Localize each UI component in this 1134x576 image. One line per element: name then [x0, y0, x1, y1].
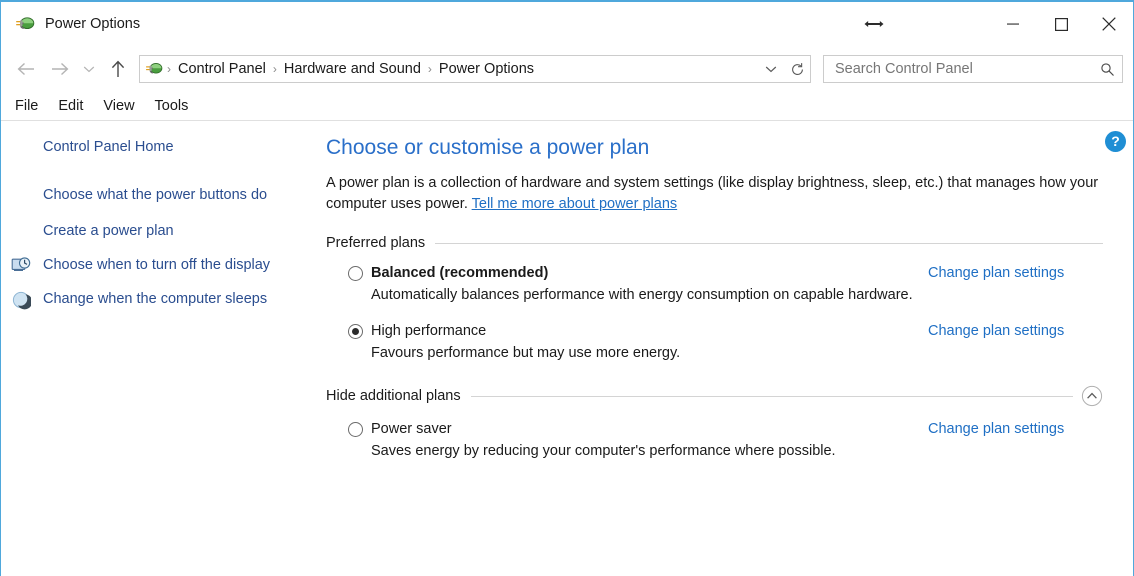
- page-description: A power plan is a collection of hardware…: [326, 173, 1101, 215]
- sidebar-item-create-power-plan[interactable]: Create a power plan: [1, 217, 306, 245]
- radio-balanced[interactable]: [348, 265, 363, 281]
- chevron-up-circle-icon[interactable]: [1081, 385, 1103, 407]
- breadcrumb-separator: ›: [272, 62, 277, 76]
- page-title: Choose or customise a power plan: [326, 136, 650, 159]
- plan-name: High performance: [371, 323, 487, 339]
- sidebar-item-label: Choose what the power buttons do: [43, 187, 268, 203]
- sidebar-item-label: Change when the computer sleeps: [43, 291, 268, 307]
- additional-plans-header: Hide additional plans: [326, 385, 1103, 407]
- additional-plans-group: Hide additional plans Power saver Change…: [326, 385, 1103, 461]
- breadcrumb-separator: ›: [427, 62, 432, 76]
- content-pane: ? Choose or customise a power plan A pow…: [306, 121, 1133, 576]
- radio-power-saver[interactable]: [348, 421, 363, 437]
- preferred-plans-header: Preferred plans: [326, 235, 1103, 251]
- plan-header: Power saver Change plan settings: [348, 421, 1103, 437]
- sidebar-item-computer-sleeps[interactable]: Change when the computer sleeps: [1, 285, 306, 313]
- breadcrumb-item-power-options[interactable]: Power Options: [434, 61, 539, 77]
- search-box[interactable]: Search Control Panel: [823, 55, 1123, 83]
- sidebar-item-control-panel-home[interactable]: Control Panel Home: [1, 133, 306, 161]
- sidebar-item-label: Control Panel Home: [43, 139, 174, 155]
- address-dropdown-chevron-down-icon[interactable]: [758, 56, 784, 82]
- plan-row-balanced: Balanced (recommended) Change plan setti…: [326, 265, 1103, 305]
- sidebar-item-label: Create a power plan: [43, 223, 174, 239]
- close-button[interactable]: [1085, 2, 1133, 46]
- navigation-bar: › Control Panel › Hardware and Sound › P…: [1, 46, 1133, 92]
- menu-item-file[interactable]: File: [15, 98, 50, 114]
- sidebar-item-choose-power-buttons[interactable]: Choose what the power buttons do: [1, 181, 306, 209]
- change-plan-settings-link-power-saver[interactable]: Change plan settings: [928, 421, 1064, 437]
- moon-sleep-icon: [11, 290, 33, 310]
- plan-header: Balanced (recommended) Change plan setti…: [348, 265, 1103, 281]
- power-plug-icon: [145, 60, 163, 78]
- display-clock-icon: [11, 256, 31, 276]
- help-button[interactable]: ?: [1105, 131, 1126, 152]
- tell-me-more-link[interactable]: Tell me more about power plans: [472, 196, 678, 212]
- up-arrow-icon[interactable]: [101, 52, 135, 86]
- power-plug-icon: [15, 14, 35, 34]
- address-bar[interactable]: › Control Panel › Hardware and Sound › P…: [139, 55, 811, 83]
- menu-bar: File Edit View Tools: [1, 92, 1133, 120]
- page-description-text: A power plan is a collection of hardware…: [326, 175, 1099, 212]
- menu-item-view[interactable]: View: [103, 98, 146, 114]
- group-label: Preferred plans: [326, 235, 426, 251]
- window-caption-buttons: [989, 2, 1133, 46]
- sidebar: Control Panel Home Choose what the power…: [1, 121, 306, 576]
- sidebar-item-turn-off-display[interactable]: Choose when to turn off the display: [1, 251, 306, 279]
- horizontal-resize-cursor: [863, 14, 885, 34]
- search-icon[interactable]: [1092, 56, 1122, 82]
- menu-item-tools[interactable]: Tools: [155, 98, 201, 114]
- window-body: Control Panel Home Choose what the power…: [1, 121, 1133, 576]
- plan-row-high-performance: High performance Change plan settings Fa…: [326, 323, 1103, 363]
- search-input[interactable]: Search Control Panel: [824, 61, 1092, 77]
- change-plan-settings-link-balanced[interactable]: Change plan settings: [928, 265, 1064, 281]
- plan-header: High performance Change plan settings: [348, 323, 1103, 339]
- group-rule: [470, 395, 1073, 397]
- recent-locations-chevron-down-icon[interactable]: [77, 52, 101, 86]
- plan-description: Automatically balances performance with …: [371, 287, 913, 303]
- preferred-plans-group: Preferred plans Balanced (recommended) C…: [326, 235, 1103, 363]
- minimize-button[interactable]: [989, 2, 1037, 46]
- plan-description: Saves energy by reducing your computer's…: [371, 443, 836, 459]
- plan-description: Favours performance but may use more ene…: [371, 345, 681, 361]
- maximize-button[interactable]: [1037, 2, 1085, 46]
- sidebar-item-label: Choose when to turn off the display: [43, 257, 271, 273]
- back-arrow-icon[interactable]: [9, 52, 43, 86]
- power-options-window: Power Options › Control Panel › Hardware…: [0, 0, 1134, 576]
- refresh-icon[interactable]: [784, 56, 810, 82]
- group-rule: [435, 242, 1103, 244]
- title-bar: Power Options: [1, 2, 1133, 46]
- forward-arrow-icon[interactable]: [43, 52, 77, 86]
- breadcrumb-item-hardware-and-sound[interactable]: Hardware and Sound: [279, 61, 426, 77]
- window-title: Power Options: [45, 15, 141, 32]
- plan-row-power-saver: Power saver Change plan settings Saves e…: [326, 421, 1103, 461]
- group-label[interactable]: Hide additional plans: [326, 388, 471, 404]
- plan-name: Balanced (recommended): [371, 265, 549, 281]
- menu-item-edit[interactable]: Edit: [58, 98, 95, 114]
- breadcrumb-item-control-panel[interactable]: Control Panel: [173, 61, 271, 77]
- breadcrumb-separator: ›: [167, 62, 171, 76]
- change-plan-settings-link-high-performance[interactable]: Change plan settings: [928, 323, 1064, 339]
- radio-high-performance[interactable]: [348, 323, 363, 339]
- plan-name: Power saver: [371, 421, 452, 437]
